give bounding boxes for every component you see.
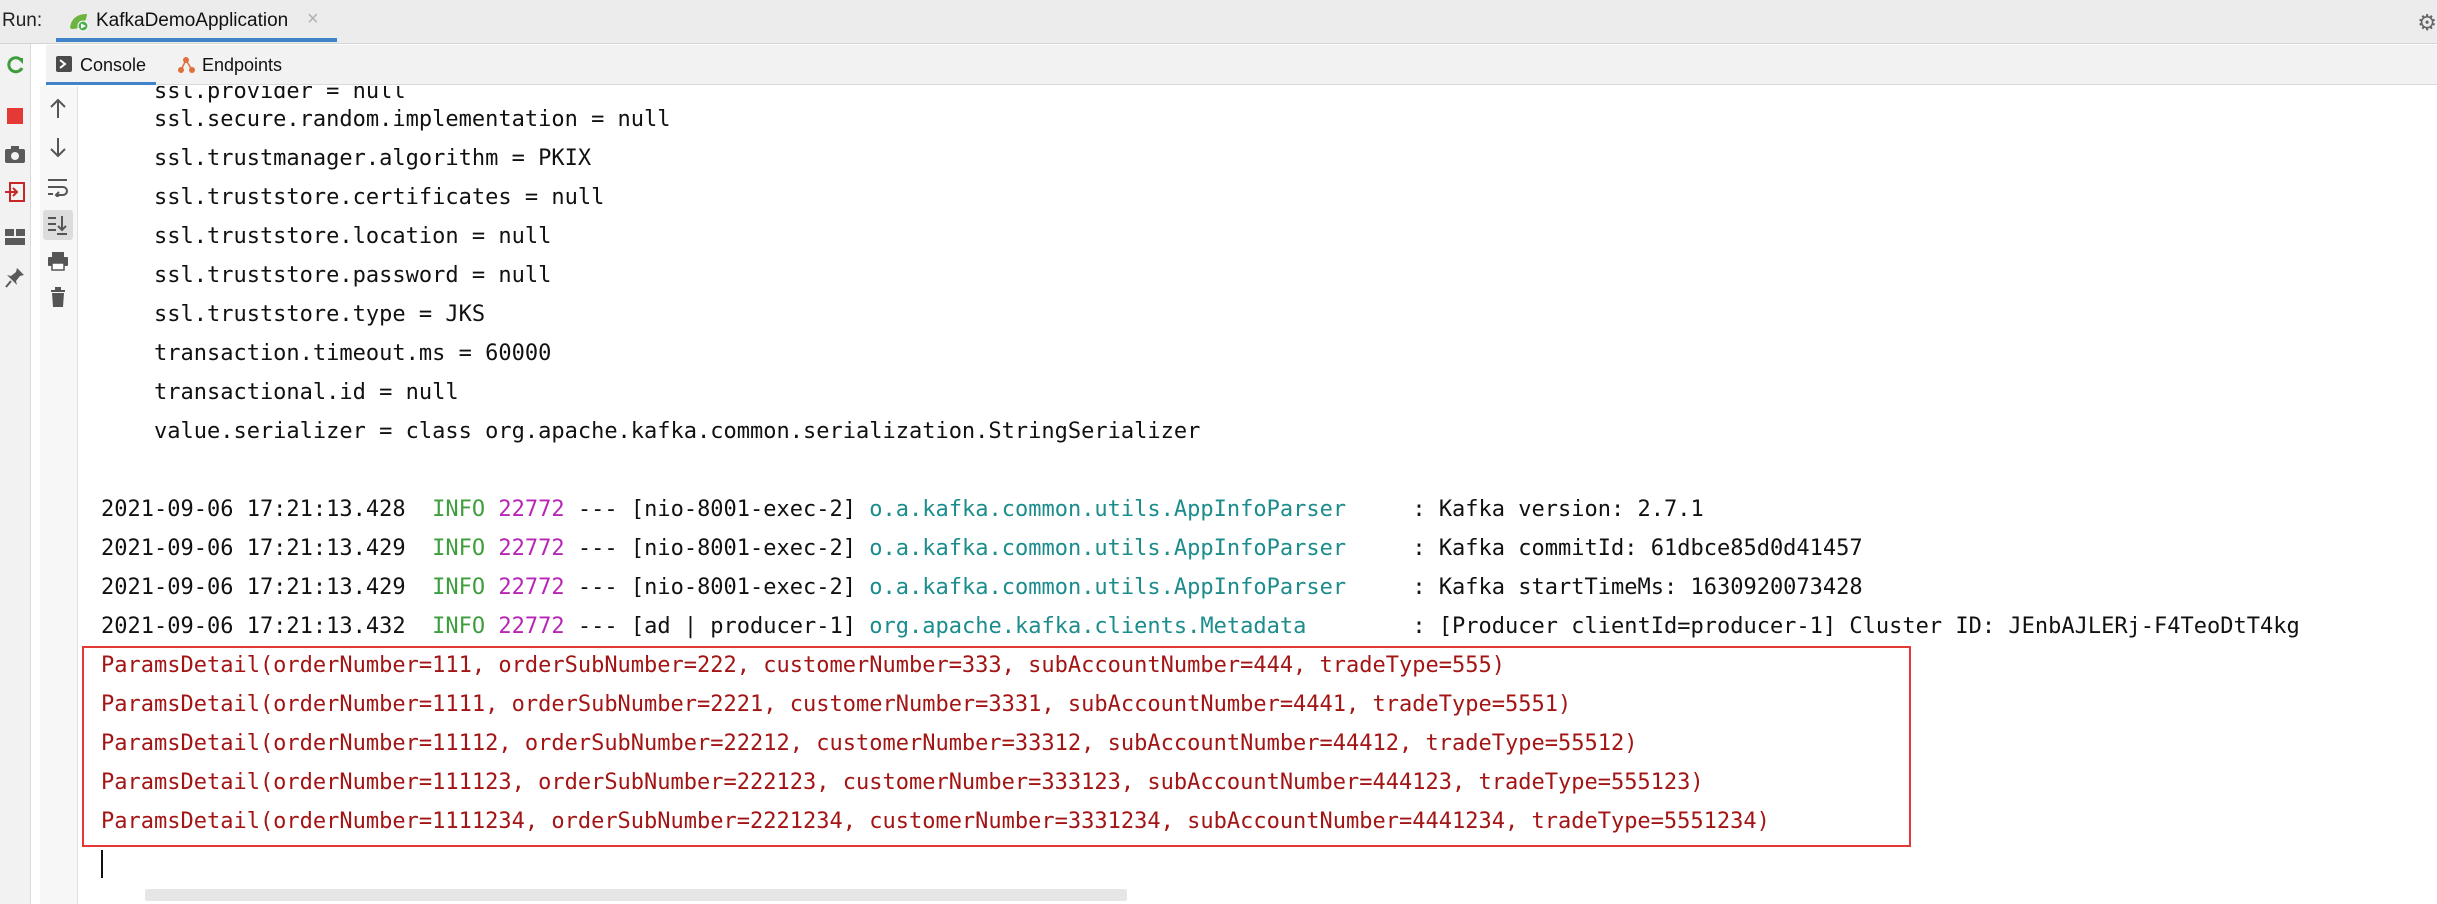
console-tab-bar: Console Endpoints: [46, 45, 2437, 85]
run-toolbar: Run: KafkaDemoApplication × ⚙: [0, 0, 2437, 44]
print-icon[interactable]: [47, 251, 69, 271]
scroll-to-end-icon[interactable]: [47, 214, 69, 236]
log-pid: 22772: [498, 614, 565, 639]
run-actions-toolbar: [0, 44, 31, 904]
tab-console[interactable]: Console: [46, 45, 156, 85]
log-pid: 22772: [498, 575, 565, 600]
console-icon: [56, 56, 72, 72]
endpoints-icon: [178, 57, 195, 73]
log-message: : [Producer clientId=producer-1] Cluster…: [1399, 614, 2300, 639]
close-icon[interactable]: ×: [307, 8, 319, 31]
log-pid: 22772: [498, 536, 565, 561]
config-line: ssl.truststore.location = null: [101, 224, 552, 249]
run-label: Run:: [2, 10, 43, 31]
config-line: transaction.timeout.ms = 60000: [101, 341, 552, 366]
log-timestamp: 2021-09-06 17:21:13.432: [101, 614, 406, 639]
log-message: : Kafka version: 2.7.1: [1399, 497, 1704, 522]
run-tab-label: KafkaDemoApplication: [96, 10, 289, 31]
log-logger: o.a.kafka.common.utils.AppInfoParser: [869, 575, 1400, 600]
params-highlight-box: [82, 646, 1911, 847]
config-line: ssl.trustmanager.algorithm = PKIX: [101, 146, 592, 171]
layout-icon[interactable]: [4, 228, 26, 246]
log-logger: o.a.kafka.common.utils.AppInfoParser: [869, 536, 1400, 561]
log-line: 2021-09-06 17:21:13.429 INFO 22772 --- […: [101, 570, 1863, 606]
log-message: : Kafka commitId: 61dbce85d0d41457: [1399, 536, 1863, 561]
rerun-icon[interactable]: [4, 54, 26, 76]
log-thread: --- [nio-8001-exec-2]: [577, 497, 857, 522]
exit-icon[interactable]: [4, 181, 26, 203]
horizontal-scrollbar[interactable]: [145, 889, 1127, 901]
log-line: 2021-09-06 17:21:13.428 INFO 22772 --- […: [101, 492, 1704, 528]
log-level: INFO: [432, 614, 486, 639]
log-level: INFO: [432, 497, 486, 522]
config-line: transactional.id = null: [101, 380, 459, 405]
log-level: INFO: [432, 575, 486, 600]
pin-icon[interactable]: [5, 267, 25, 289]
log-logger: o.a.kafka.common.utils.AppInfoParser: [869, 497, 1400, 522]
tab-console-label: Console: [80, 55, 147, 75]
config-line: ssl.truststore.certificates = null: [101, 185, 605, 210]
soft-wrap-icon[interactable]: [47, 177, 69, 197]
tab-endpoints-label: Endpoints: [202, 55, 283, 75]
log-message: : Kafka startTimeMs: 1630920073428: [1399, 575, 1863, 600]
config-line: ssl.truststore.password = null: [101, 263, 552, 288]
arrow-up-icon[interactable]: [48, 98, 68, 120]
stop-icon[interactable]: [5, 106, 25, 126]
log-timestamp: 2021-09-06 17:21:13.428: [101, 497, 406, 522]
config-line: ssl.secure.random.implementation = null: [101, 107, 671, 132]
log-line: 2021-09-06 17:21:13.432 INFO 22772 --- […: [101, 609, 2300, 645]
log-level: INFO: [432, 536, 486, 561]
text-caret: [101, 850, 103, 878]
run-tab-kafka-demo[interactable]: KafkaDemoApplication ×: [56, 0, 337, 42]
log-thread: --- [nio-8001-exec-2]: [577, 575, 857, 600]
tab-endpoints[interactable]: Endpoints: [176, 45, 316, 85]
log-thread: --- [nio-8001-exec-2]: [577, 536, 857, 561]
config-line: value.serializer = class org.apache.kafk…: [101, 419, 1201, 444]
camera-icon[interactable]: [4, 144, 26, 164]
log-line: 2021-09-06 17:21:13.429 INFO 22772 --- […: [101, 531, 1863, 567]
arrow-down-icon[interactable]: [48, 136, 68, 158]
log-timestamp: 2021-09-06 17:21:13.429: [101, 575, 406, 600]
trash-icon[interactable]: [48, 286, 68, 308]
console-actions-toolbar: [40, 86, 78, 904]
log-timestamp: 2021-09-06 17:21:13.429: [101, 536, 406, 561]
log-pid: 22772: [498, 497, 565, 522]
config-line: ssl.truststore.type = JKS: [101, 302, 486, 327]
log-logger: org.apache.kafka.clients.Metadata: [869, 614, 1400, 639]
log-thread: --- [ad | producer-1]: [577, 614, 857, 639]
spring-run-icon: [70, 14, 89, 32]
gear-icon[interactable]: ⚙: [2417, 10, 2437, 36]
